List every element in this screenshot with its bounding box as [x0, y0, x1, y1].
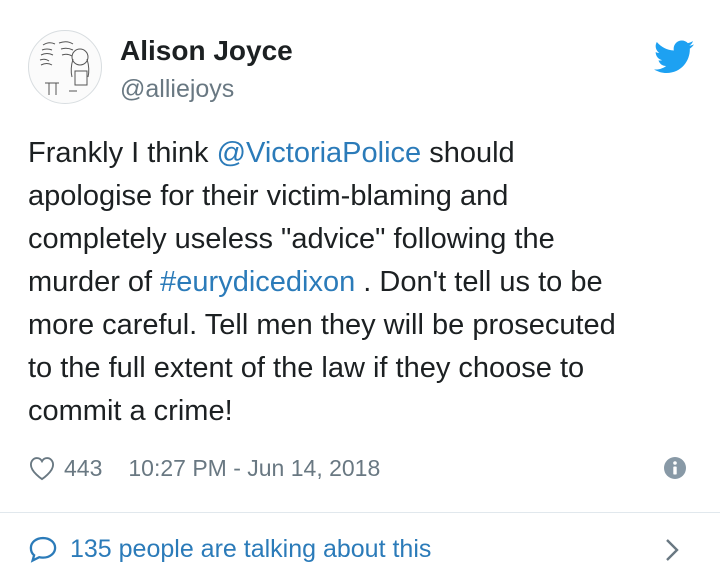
chevron-right-icon[interactable]	[662, 536, 682, 564]
speech-bubble-icon	[29, 536, 57, 563]
embedded-tweet: Alison Joyce @alliejoys Frankly I think …	[0, 0, 720, 582]
sketch-avatar-icon	[39, 41, 90, 95]
author-name[interactable]: Alison Joyce	[120, 34, 293, 68]
tweet-text-segment: Frankly I think	[28, 137, 217, 169]
tweet-meta: 443 10:27 PM - Jun 14, 2018	[28, 452, 380, 484]
info-icon[interactable]	[663, 456, 687, 480]
talking-label: 135 people are talking about this	[70, 534, 432, 563]
timestamp-link[interactable]: 10:27 PM - Jun 14, 2018	[128, 455, 380, 482]
author-handle[interactable]: @alliejoys	[120, 74, 234, 104]
like-count[interactable]: 443	[64, 455, 102, 482]
avatar[interactable]	[28, 30, 102, 104]
conversation-link[interactable]: 135 people are talking about this	[28, 532, 431, 566]
mention-link[interactable]: @VictoriaPolice	[217, 137, 422, 169]
tweet-text: Frankly I think @VictoriaPolice should a…	[28, 132, 698, 433]
divider	[0, 512, 720, 513]
hashtag-link[interactable]: #eurydicedixon	[160, 266, 355, 298]
heart-icon[interactable]	[28, 455, 56, 481]
twitter-bird-icon[interactable]	[654, 40, 694, 74]
